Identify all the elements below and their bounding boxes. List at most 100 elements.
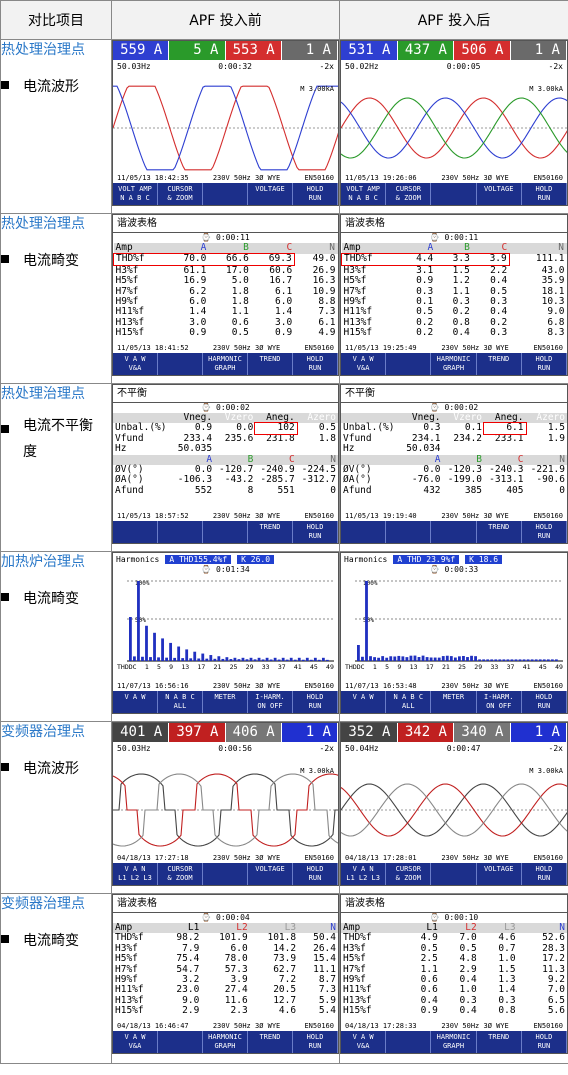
softkey-button[interactable]: CURSOR & ZOOM: [158, 183, 203, 205]
softkey-button[interactable]: HOLD RUN: [293, 353, 338, 375]
tick-label: 21: [214, 663, 222, 671]
timestamp: 11/07/13 16:53:48: [345, 682, 417, 690]
tick-label: 29: [474, 663, 482, 671]
reading-value: 340 A: [454, 723, 511, 742]
softkey-button[interactable]: V A W V&A: [113, 1031, 158, 1053]
tick-label: 1: [145, 663, 149, 671]
softkey-button[interactable]: V A N L1 L2 L3: [113, 863, 158, 885]
table-cell: 5.6: [518, 1006, 567, 1016]
softkey-button[interactable]: [386, 353, 431, 375]
softkey-button[interactable]: [203, 183, 248, 205]
softkey-button[interactable]: TREND: [477, 1031, 522, 1053]
harmonic-bar: [225, 657, 228, 661]
softkey-button[interactable]: VOLT AMP N A B C: [113, 183, 158, 205]
harmonic-bar: [470, 656, 473, 661]
softkey-button[interactable]: VOLTAGE: [477, 183, 522, 205]
softkey-button[interactable]: HOLD RUN: [522, 521, 567, 543]
softkey-button[interactable]: [203, 521, 248, 543]
softkey-button[interactable]: [386, 521, 431, 543]
harmonic-bar: [422, 656, 425, 661]
softkey-button[interactable]: [341, 521, 386, 543]
softkey-button[interactable]: HOLD RUN: [293, 183, 338, 205]
harmonic-bar: [238, 659, 241, 661]
system-config: 230V 50Hz 3Ø WYE: [441, 174, 508, 182]
softkey-button[interactable]: [158, 521, 203, 543]
readings-bar: 559 A5 A 553 A1 A: [113, 41, 338, 60]
table-cell: 0.9: [401, 1006, 440, 1016]
softkey-button[interactable]: [158, 1031, 203, 1053]
softkey-button[interactable]: [431, 183, 476, 205]
softkey-button[interactable]: HARMONIC GRAPH: [203, 353, 248, 375]
softkey-button[interactable]: TREND: [248, 1031, 293, 1053]
harmonic-bar: [458, 656, 461, 661]
softkey-button[interactable]: HOLD RUN: [522, 863, 567, 885]
softkey-button[interactable]: V A W V&A: [341, 353, 386, 375]
k-factor: K 26.0: [237, 555, 274, 564]
softkey-button[interactable]: HOLD RUN: [522, 691, 567, 713]
softkey-button[interactable]: HARMONIC GRAPH: [203, 1031, 248, 1053]
table-cell: 2.3: [201, 1006, 249, 1016]
softkey-button[interactable]: V A W V&A: [341, 1031, 386, 1053]
softkey-button[interactable]: N A B C ALL: [386, 691, 431, 713]
softkey-button[interactable]: I-HARM. ON OFF: [477, 691, 522, 713]
softkey-bar: V A WN A B C ALL METER I-HARM. ON OFF HOLD …: [341, 691, 567, 713]
softkey-button[interactable]: VOLT AMP N A B C: [341, 183, 386, 205]
softkey-button[interactable]: HOLD RUN: [522, 183, 567, 205]
x-axis-labels: THDDC 1 5 9 13 17 21 25 29 33 37 41 45 49: [113, 663, 338, 671]
table-cell: 66.6: [208, 254, 251, 265]
softkey-button[interactable]: [203, 863, 248, 885]
softkey-button[interactable]: V A N L1 L2 L3: [341, 863, 386, 885]
softkey-button[interactable]: HOLD RUN: [293, 1031, 338, 1053]
softkey-button[interactable]: METER: [431, 691, 476, 713]
softkey-button[interactable]: METER: [203, 691, 248, 713]
harmonic-bar: [381, 656, 384, 661]
softkey-button[interactable]: V A W V&A: [113, 353, 158, 375]
softkey-button[interactable]: HARMONIC GRAPH: [431, 353, 476, 375]
harmonic-bar: [217, 656, 220, 661]
softkey-button[interactable]: VOLTAGE: [248, 183, 293, 205]
softkey-button[interactable]: CURSOR & ZOOM: [386, 863, 431, 885]
softkey-button[interactable]: HARMONIC GRAPH: [431, 1031, 476, 1053]
softkey-button[interactable]: [431, 863, 476, 885]
softkey-button[interactable]: [386, 1031, 431, 1053]
harmonic-table-screen: 谐波表格 ⌚ 0:00:10 Amp L1 L2 L3 N THD%f 4.9 7.0 4.6 52.…: [340, 894, 568, 1054]
softkey-button[interactable]: [113, 521, 158, 543]
harmonic-bar: [450, 656, 453, 661]
softkey-button[interactable]: V A W: [113, 691, 158, 713]
softkey-button[interactable]: VOLTAGE: [248, 863, 293, 885]
harmonic-bar: [466, 657, 469, 661]
harmonic-bar: [357, 645, 360, 661]
softkey-button[interactable]: TREND: [248, 521, 293, 543]
softkey-button[interactable]: I-HARM. ON OFF: [248, 691, 293, 713]
scale-label: M 3.00kA: [529, 767, 563, 775]
softkey-button[interactable]: CURSOR & ZOOM: [158, 863, 203, 885]
softkey-button[interactable]: [158, 353, 203, 375]
softkey-button[interactable]: TREND: [477, 353, 522, 375]
status-footer: 11/05/13 19:25:49 230V 50Hz 3Ø WYE EN50160: [345, 344, 563, 352]
softkey-button[interactable]: HOLD RUN: [522, 353, 567, 375]
harmonic-table: Amp A B C N THD%f 70.0 66.6 69.3 49.0 H3%f 61.1 17.0…: [113, 243, 338, 339]
status-footer: 04/18/13 17:27:18 230V 50Hz 3Ø WYE EN50160: [117, 854, 334, 862]
softkey-button[interactable]: HOLD RUN: [293, 863, 338, 885]
harmonic-bar: [555, 659, 558, 661]
softkey-button[interactable]: VOLTAGE: [477, 863, 522, 885]
harmonic-bar: [262, 659, 265, 661]
softkey-button[interactable]: HOLD RUN: [293, 521, 338, 543]
column-header: A: [166, 243, 209, 254]
harmonic-bar: [438, 658, 441, 661]
softkey-button[interactable]: HOLD RUN: [293, 691, 338, 713]
softkey-button[interactable]: [431, 521, 476, 543]
table-cell: 4.4: [399, 254, 436, 265]
softkey-button[interactable]: CURSOR & ZOOM: [386, 183, 431, 205]
softkey-button[interactable]: TREND: [477, 521, 522, 543]
reading-value: 1 A: [511, 723, 568, 742]
table-row: H13%f 0.4 0.3 0.3 6.5: [341, 996, 567, 1006]
harmonic-bar: [478, 659, 481, 661]
harmonic-bar: [141, 657, 144, 661]
softkey-button[interactable]: N A B C ALL: [158, 691, 203, 713]
softkey-button[interactable]: V A W: [341, 691, 386, 713]
softkey-button[interactable]: TREND: [248, 353, 293, 375]
reading-value: 531 A: [341, 41, 398, 60]
elapsed-time: 0:00:05: [447, 61, 481, 72]
softkey-button[interactable]: HOLD RUN: [522, 1031, 567, 1053]
